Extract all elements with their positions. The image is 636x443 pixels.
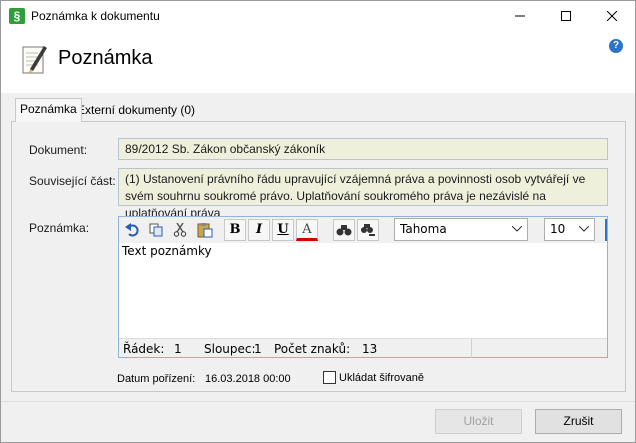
document-label: Dokument: — [29, 143, 88, 157]
close-icon — [607, 11, 617, 21]
related-part-label: Související část: — [29, 174, 116, 188]
find-replace-icon[interactable] — [357, 219, 379, 241]
underline-button[interactable]: U — [272, 219, 294, 241]
minimize-button[interactable] — [497, 1, 543, 31]
app-icon: § — [9, 8, 25, 24]
dialog-header: Poznámka ? — [1, 31, 635, 93]
date-created-label: Datum pořízení: — [117, 373, 196, 385]
save-button[interactable]: Uložit — [435, 409, 522, 434]
editor-status-bar: Řádek: 1 Sloupec: 1 Počet znaků: 13 — [119, 338, 607, 358]
tab-external-documents[interactable]: Externí dokumenty (0) — [73, 100, 199, 121]
dialog-window: § Poznámka k dokumentu Poznámka ? Poznám… — [0, 0, 636, 443]
document-field: 89/2012 Sb. Zákon občanský zákoník — [118, 138, 608, 160]
paste-icon[interactable] — [194, 219, 216, 241]
char-count-value: 13 — [362, 342, 378, 356]
copy-icon[interactable] — [145, 219, 167, 241]
cut-icon[interactable] — [169, 219, 191, 241]
tab-note[interactable]: Poznámka — [15, 98, 82, 122]
cancel-button[interactable]: Zrušit — [535, 409, 622, 434]
column-value: 1 — [254, 342, 262, 356]
find-icon[interactable] — [333, 219, 355, 241]
page-title: Poznámka — [58, 47, 153, 69]
font-family-value: Tahoma — [400, 222, 447, 236]
font-family-select[interactable]: Tahoma — [394, 218, 528, 241]
row-value: 1 — [174, 342, 182, 356]
status-separator — [471, 339, 472, 358]
chevron-down-icon — [574, 219, 594, 240]
encrypt-checkbox[interactable] — [323, 371, 336, 384]
window-title: Poznámka k dokumentu — [31, 9, 160, 23]
title-bar: § Poznámka k dokumentu — [1, 1, 635, 31]
column-label: Sloupec: — [204, 342, 256, 356]
note-pencil-icon — [22, 46, 47, 74]
char-count-label: Počet znaků: — [274, 342, 351, 356]
editor-toolbar: B I U A Tahoma 10 — [119, 217, 607, 243]
bold-button[interactable]: B — [224, 219, 246, 241]
toolbar-overflow-edge — [605, 219, 607, 241]
encrypt-checkbox-label[interactable]: Ukládat šifrovaně — [339, 372, 424, 384]
font-size-select[interactable]: 10 — [544, 218, 595, 241]
tab-bar: Poznámka Externí dokumenty (0) — [1, 93, 635, 122]
chevron-down-icon — [507, 219, 527, 240]
related-part-field: (1) Ustanovení právního řádu upravující … — [118, 168, 608, 220]
dialog-footer: Uložit Zrušit — [1, 401, 635, 442]
undo-icon[interactable] — [121, 219, 143, 241]
maximize-button[interactable] — [543, 1, 589, 31]
maximize-icon — [561, 11, 571, 21]
close-button[interactable] — [589, 1, 635, 31]
row-label: Řádek: — [123, 342, 165, 356]
help-icon[interactable]: ? — [609, 39, 623, 53]
minimize-icon — [515, 15, 525, 17]
note-text-area[interactable]: Text poznámky — [122, 244, 606, 337]
font-size-value: 10 — [550, 222, 566, 236]
font-color-button[interactable]: A — [296, 219, 318, 241]
italic-button[interactable]: I — [248, 219, 270, 241]
date-created-value: 16.03.2018 00:00 — [205, 373, 291, 385]
note-label: Poznámka: — [29, 221, 90, 235]
tab-panel: Dokument: 89/2012 Sb. Zákon občanský zák… — [11, 121, 626, 392]
note-editor: B I U A Tahoma 10 Text poznámky Řádek: 1… — [118, 216, 608, 358]
